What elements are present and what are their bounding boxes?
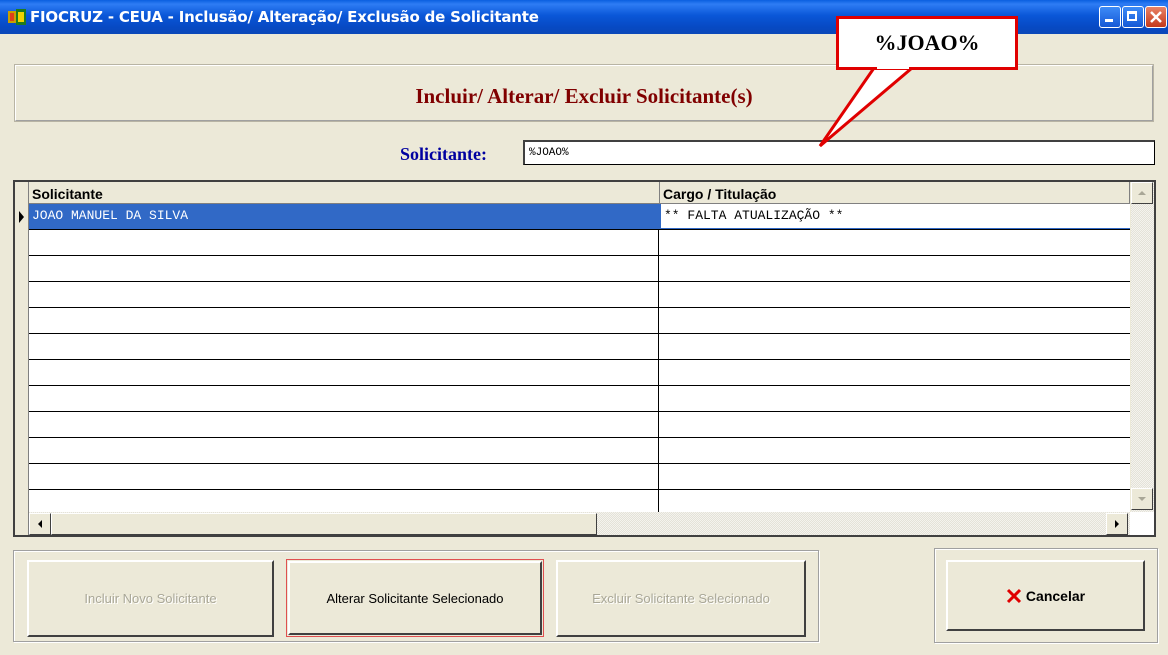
cell-solicitante[interactable] (29, 230, 659, 255)
table-row[interactable] (29, 308, 1130, 334)
table-row[interactable] (29, 256, 1130, 282)
app-icon (8, 9, 26, 25)
cell-cargo[interactable] (659, 464, 1130, 489)
table-row[interactable] (29, 334, 1130, 360)
cell-cargo[interactable] (659, 256, 1130, 281)
callout-text: %JOAO% (874, 30, 980, 55)
cell-cargo[interactable] (659, 360, 1130, 385)
scroll-thumb[interactable] (51, 513, 597, 535)
table-row[interactable] (29, 360, 1130, 386)
arrow-right-icon (1115, 520, 1119, 528)
table-row[interactable] (29, 490, 1130, 512)
current-row-indicator-icon (19, 211, 24, 223)
cell-cargo[interactable] (659, 412, 1130, 437)
scroll-corner (1130, 512, 1154, 535)
cell-solicitante[interactable] (29, 490, 659, 512)
arrow-left-icon (38, 520, 42, 528)
cell-solicitante[interactable] (29, 256, 659, 281)
table-row[interactable] (29, 438, 1130, 464)
minimize-button[interactable] (1099, 6, 1121, 28)
scroll-right-button[interactable] (1106, 513, 1128, 535)
cell-solicitante[interactable] (29, 334, 659, 359)
cell-cargo[interactable] (659, 334, 1130, 359)
maximize-icon (1127, 11, 1137, 21)
column-header-cargo[interactable]: Cargo / Titulação (660, 182, 1130, 204)
cell-solicitante[interactable] (29, 412, 659, 437)
delete-button[interactable]: Excluir Solicitante Selecionado (556, 560, 806, 637)
vertical-scrollbar[interactable] (1130, 182, 1154, 512)
cell-cargo[interactable]: ** FALTA ATUALIZAÇÃO ** (659, 204, 1130, 229)
row-indicator-column (15, 182, 29, 535)
include-button[interactable]: Incluir Novo Solicitante (27, 560, 274, 637)
cell-cargo[interactable] (659, 308, 1130, 333)
cell-solicitante[interactable] (29, 282, 659, 307)
table-row[interactable] (29, 230, 1130, 256)
search-label: Solicitante: (400, 144, 487, 164)
close-icon (1150, 11, 1162, 23)
column-header-solicitante[interactable]: Solicitante (29, 182, 660, 204)
table-row[interactable]: JOAO MANUEL DA SILVA ** FALTA ATUALIZAÇÃ… (29, 204, 1130, 230)
cell-solicitante[interactable]: JOAO MANUEL DA SILVA (29, 204, 659, 229)
scroll-up-button[interactable] (1131, 182, 1153, 204)
cancel-button[interactable]: Cancelar (946, 560, 1145, 631)
cancel-label: Cancelar (1025, 587, 1086, 604)
cell-solicitante[interactable] (29, 464, 659, 489)
cell-cargo[interactable] (659, 386, 1130, 411)
main-window: FIOCRUZ - CEUA - Inclusão/ Alteração/ Ex… (0, 0, 1168, 655)
cell-cargo[interactable] (659, 490, 1130, 512)
alter-button[interactable]: Alterar Solicitante Selecionado (286, 559, 544, 637)
cancel-button-content: Cancelar (1006, 588, 1085, 604)
cell-solicitante[interactable] (29, 360, 659, 385)
horizontal-scrollbar[interactable] (29, 512, 1130, 535)
close-x-icon (1006, 588, 1021, 603)
scroll-left-button[interactable] (29, 513, 51, 535)
scroll-down-button[interactable] (1131, 488, 1153, 510)
cell-solicitante[interactable] (29, 386, 659, 411)
arrow-down-icon (1138, 497, 1146, 501)
solicitante-grid[interactable]: Solicitante Cargo / Titulação JOAO MANUE… (13, 180, 1156, 537)
table-row[interactable] (29, 412, 1130, 438)
cell-cargo[interactable] (659, 282, 1130, 307)
cell-cargo[interactable] (659, 230, 1130, 255)
arrow-up-icon (1138, 191, 1146, 195)
window-title: FIOCRUZ - CEUA - Inclusão/ Alteração/ Ex… (30, 8, 539, 26)
annotation-callout: %JOAO% (836, 16, 1018, 70)
search-input[interactable]: %JOAO% (523, 140, 1155, 165)
table-row[interactable] (29, 464, 1130, 490)
maximize-button[interactable] (1122, 6, 1144, 28)
close-button[interactable] (1145, 6, 1167, 28)
cell-solicitante[interactable] (29, 438, 659, 463)
minimize-icon (1105, 19, 1113, 22)
header-panel: Incluir/ Alterar/ Excluir Solicitante(s) (14, 64, 1154, 122)
table-row[interactable] (29, 386, 1130, 412)
cell-solicitante[interactable] (29, 308, 659, 333)
cell-cargo[interactable] (659, 438, 1130, 463)
page-title: Incluir/ Alterar/ Excluir Solicitante(s) (415, 84, 753, 108)
table-row[interactable] (29, 282, 1130, 308)
